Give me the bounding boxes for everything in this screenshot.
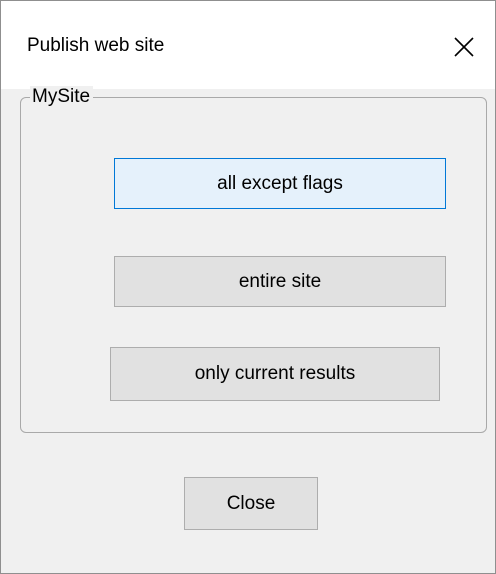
close-button[interactable]: Close: [184, 477, 318, 530]
all-except-flags-button[interactable]: all except flags: [114, 158, 446, 209]
window-title: Publish web site: [27, 35, 165, 56]
group-label: MySite: [30, 86, 94, 108]
close-icon[interactable]: [442, 25, 486, 69]
only-current-results-button[interactable]: only current results: [110, 347, 440, 401]
publish-dialog: Publish web site MySite all except flags…: [0, 0, 496, 574]
mysite-group: MySite all except flags entire site only…: [20, 86, 487, 433]
entire-site-button[interactable]: entire site: [114, 256, 446, 307]
dialog-body: MySite all except flags entire site only…: [1, 86, 495, 573]
title-bar[interactable]: Publish web site: [1, 1, 495, 89]
